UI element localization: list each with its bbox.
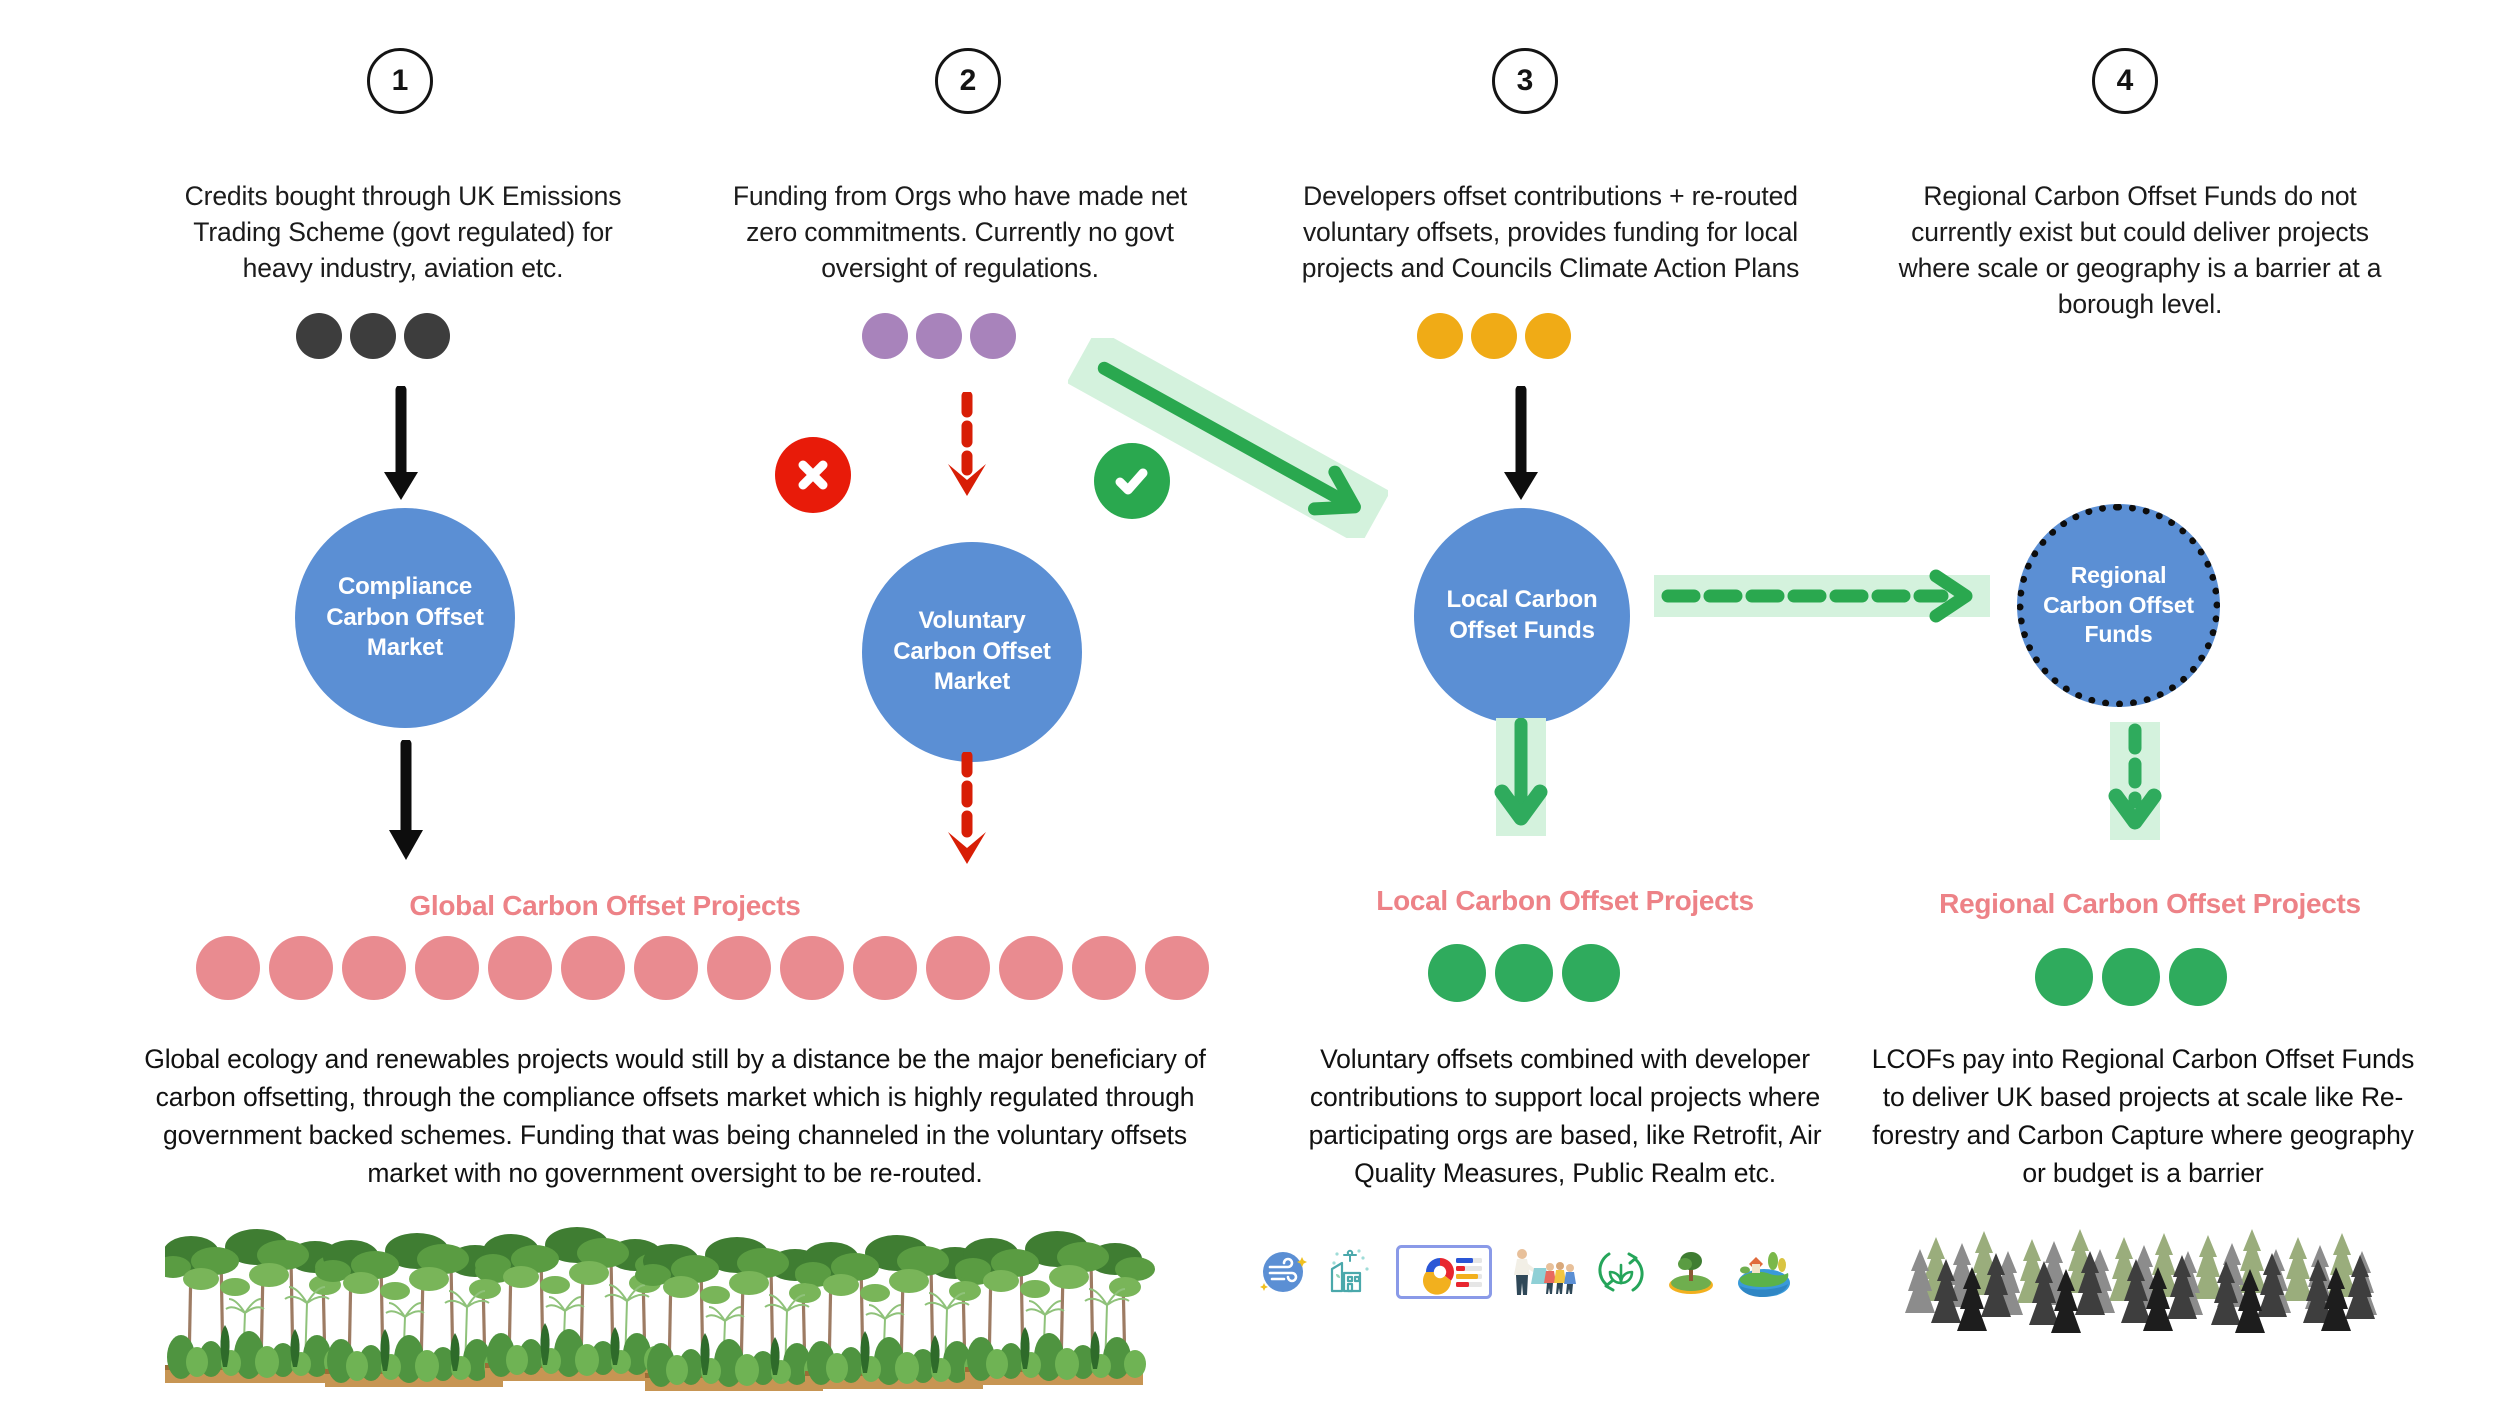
bubble-voluntary-carbon-offset-market[interactable]: Voluntary Carbon Offset Market	[862, 542, 1082, 762]
clean-air-icon	[1260, 1252, 1307, 1292]
credit-dot	[296, 313, 342, 359]
project-dot	[1428, 944, 1486, 1002]
local-projects-body: Voluntary offsets combined with develope…	[1308, 1044, 1822, 1189]
project-dot	[342, 936, 406, 1000]
column-4-caption: Regional Carbon Offset Funds do not curr…	[1898, 181, 2382, 320]
step-badge-4: 4	[2092, 48, 2158, 114]
project-dot	[1495, 944, 1553, 1002]
project-dot	[1145, 936, 1209, 1000]
developer-dot	[1525, 313, 1571, 359]
credit-dot	[404, 313, 450, 359]
step-badge-2: 2	[935, 48, 1001, 114]
step-number: 3	[1516, 64, 1534, 97]
project-dot	[1072, 936, 1136, 1000]
regional-projects-body: LCOFs pay into Regional Carbon Offset Fu…	[1871, 1044, 2415, 1189]
bubble-label: Local Carbon Offset Funds	[1446, 586, 1598, 644]
column-1-caption: Credits bought through UK Emissions Trad…	[184, 181, 622, 284]
local-project-icon-strip	[1256, 1245, 1794, 1299]
bubble-label: Compliance Carbon Offset Market	[326, 572, 484, 662]
global-projects-title: Global Carbon Offset Projects	[409, 890, 801, 921]
col1-down-arrow-icon	[384, 386, 418, 500]
col2-dot-row	[862, 313, 1016, 359]
global-project-dot-row	[196, 936, 1209, 1000]
project-dot	[707, 936, 771, 1000]
project-dot	[853, 936, 917, 1000]
project-dot	[2102, 948, 2160, 1006]
credit-dot	[350, 313, 396, 359]
community-volunteers-icon	[1514, 1249, 1576, 1295]
dashboard-report-icon	[1396, 1245, 1492, 1299]
bubble-compliance-carbon-offset-market[interactable]: Compliance Carbon Offset Market	[295, 508, 515, 728]
project-dot	[269, 936, 333, 1000]
project-dot	[561, 936, 625, 1000]
diagram-canvas: 1 2 3 4 Credits bought through UK Emissi…	[0, 0, 2500, 1406]
step-badge-1: 1	[367, 48, 433, 114]
developer-dot	[1471, 313, 1517, 359]
blocked-route-cross-icon	[775, 437, 851, 513]
global-projects-body: Global ecology and renewables projects w…	[144, 1044, 1206, 1189]
project-dot	[2169, 948, 2227, 1006]
bubble-label: Voluntary Carbon Offset Market	[893, 606, 1051, 696]
project-dot	[780, 936, 844, 1000]
recycling-leaf-icon	[1598, 1252, 1644, 1292]
funding-dot	[970, 313, 1016, 359]
regional-projects-title: Regional Carbon Offset Projects	[1939, 888, 2361, 919]
local-funds-down-arrow-icon	[1494, 718, 1548, 836]
bubble-label: Regional Carbon Offset Funds	[2043, 562, 2194, 648]
step-number: 2	[959, 64, 977, 97]
funding-dot	[862, 313, 908, 359]
column-2-caption: Funding from Orgs who have made net zero…	[732, 181, 1188, 284]
project-dot	[1562, 944, 1620, 1002]
step-number: 1	[391, 64, 409, 97]
project-dot	[634, 936, 698, 1000]
col2-down-arrow-icon	[948, 392, 986, 496]
col1-bubble-down-arrow-icon	[389, 740, 423, 860]
col3-down-arrow-icon	[1504, 386, 1538, 500]
project-dot	[926, 936, 990, 1000]
approved-route-tick-icon	[1094, 443, 1170, 519]
rainforest-illustration	[165, 1225, 1157, 1393]
local-projects-title: Local Carbon Offset Projects	[1376, 885, 1754, 916]
bubble-regional-carbon-offset-funds[interactable]: Regional Carbon Offset Funds	[2017, 504, 2220, 707]
regional-project-dot-row	[2035, 948, 2227, 1006]
step-badge-3: 3	[1492, 48, 1558, 114]
step-number: 4	[2116, 64, 2134, 97]
tree-park-icon	[1669, 1252, 1713, 1294]
col3-dot-row	[1417, 313, 1571, 359]
regional-funds-down-arrow-icon	[2108, 722, 2162, 840]
local-to-regional-arrow-icon	[1654, 569, 1990, 623]
project-dot	[196, 936, 260, 1000]
eco-earth-icon	[1738, 1252, 1790, 1297]
eco-building-icon	[1330, 1249, 1369, 1293]
project-dot	[999, 936, 1063, 1000]
project-dot	[2035, 948, 2093, 1006]
project-dot	[488, 936, 552, 1000]
local-project-dot-row	[1428, 944, 1620, 1002]
pine-forest-illustration	[1905, 1229, 2377, 1333]
developer-dot	[1417, 313, 1463, 359]
column-3-caption: Developers offset contributions + re-rou…	[1301, 181, 1800, 284]
col1-dot-row	[296, 313, 450, 359]
col2-bubble-down-arrow-icon	[948, 752, 986, 864]
funding-dot	[916, 313, 962, 359]
project-dot	[415, 936, 479, 1000]
bubble-local-carbon-offset-funds[interactable]: Local Carbon Offset Funds	[1414, 508, 1630, 724]
